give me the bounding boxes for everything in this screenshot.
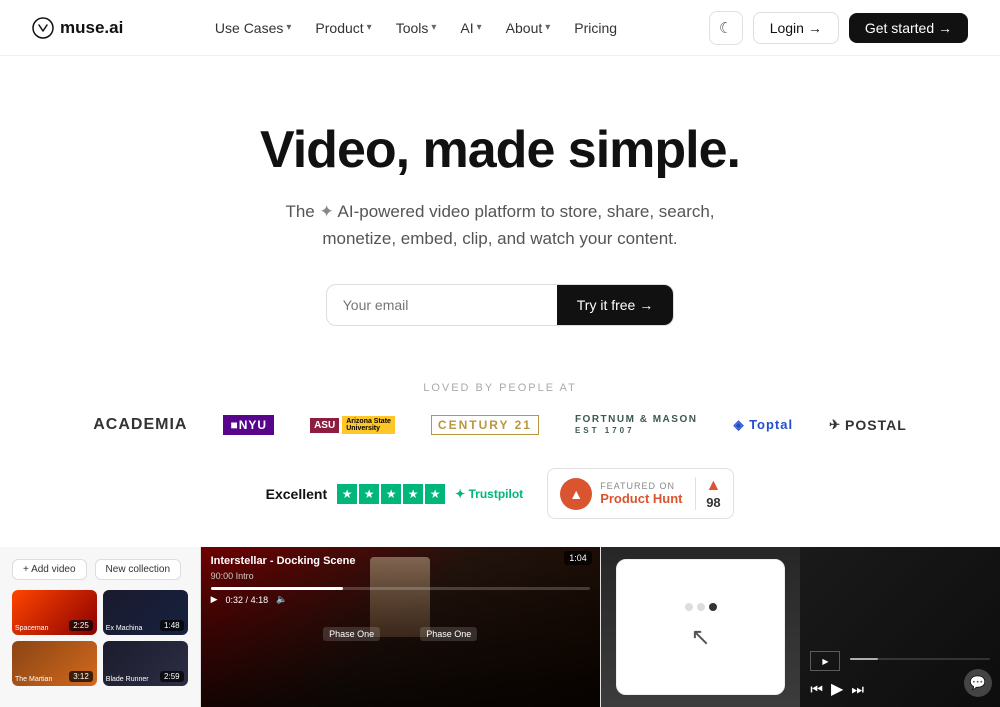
screenshot-dark-player: ▶ ⏮ ▶ ⏭ 💬 [800,547,1000,707]
logo-text: muse.ai [60,18,123,38]
logo-nyu: ■NYU [223,415,274,435]
player-bottom: Interstellar - Docking Scene 90:00 Intro… [201,547,600,611]
star-2: ★ [359,484,379,504]
chapter-2[interactable]: Phase One [420,627,477,641]
logo-century21: CENTURY 21 [431,415,539,435]
chevron-down-icon: ▾ [545,22,550,33]
postal-icon: ✈ [829,417,841,433]
dot-2 [697,603,705,611]
product-hunt-text: FEATURED ON Product Hunt [600,481,682,506]
library-ui: + Add video New collection Spaceman 2:25… [0,547,200,707]
trustpilot-block: Excellent ★ ★ ★ ★ ★ ✦ Trustpilot [266,484,524,504]
duration-badge: 2:25 [69,620,93,631]
nav-tools[interactable]: Tools ▾ [386,14,447,42]
dot-indicators [685,603,717,611]
logo[interactable]: muse.ai [32,17,123,39]
dark-play-icon[interactable]: ▶ [831,679,843,699]
nav-links: Use Cases ▾ Product ▾ Tools ▾ AI ▾ About… [205,14,627,42]
player-controls: ▶ 0:32 / 4:18 🔈 [211,594,590,605]
screenshots-row: + Add video New collection Spaceman 2:25… [0,547,1000,707]
thumb-martian[interactable]: The Martian 3:12 [12,641,97,686]
cursor-icon: ↖ [691,623,711,652]
time-display: 0:32 / 4:18 [226,595,269,605]
chevron-down-icon: ▾ [286,22,291,33]
loved-by-section: LOVED BY PEOPLE AT ACADEMIA ■NYU ASU Ari… [0,358,1000,448]
thumb-exmachina[interactable]: Ex Machina 1:48 [103,590,188,635]
hero-section: Video, made simple. The ✦ AI-powered vid… [0,56,1000,358]
chevron-down-icon: ▾ [367,22,372,33]
email-input[interactable] [327,285,557,325]
play-small-icon: ▶ [822,657,828,666]
video-frame-thumb: ▶ [810,651,840,671]
video-grid: Spaceman 2:25 Ex Machina 1:48 The Martia… [12,590,188,686]
hero-headline: Video, made simple. [260,120,740,180]
nav-actions: ☾ Login → Get started → [709,11,968,45]
hero-form: Try it free → [326,284,675,326]
thumb-spaceman[interactable]: Spaceman 2:25 [12,590,97,635]
duration-badge: 2:59 [160,671,184,682]
logos-row: ACADEMIA ■NYU ASU Arizona StateUniversit… [93,414,907,436]
analytics-panel: ↖ [616,559,786,695]
sparkle-icon: ✦ [319,202,333,221]
progress-bar[interactable] [211,587,590,590]
logo-toptal: ◈ Toptal [733,417,793,433]
dot-1 [685,603,693,611]
nav-product[interactable]: Product ▾ [305,14,381,42]
dark-next-icon[interactable]: ⏭ [851,681,864,698]
chevron-down-icon: ▾ [477,22,482,33]
dark-prev-icon[interactable]: ⏮ [810,681,823,698]
logo-postal: ✈ POSTAL [829,417,907,433]
upvote-arrow-icon: ▲ [706,477,722,495]
chapters-row: Phase One Phase One [323,627,477,641]
logo-fortnum: FORTNUM & MASONEST 1707 [575,414,698,436]
product-hunt-icon: ▲ [560,478,592,510]
duration-badge: 1:48 [160,620,184,631]
analytics-content: ↖ [685,603,717,652]
navigation: muse.ai Use Cases ▾ Product ▾ Tools ▾ AI… [0,0,1000,56]
get-started-button[interactable]: Get started → [849,13,968,43]
dark-player-info [850,658,990,664]
progress-fill [211,587,344,590]
star-1: ★ [337,484,357,504]
nav-about[interactable]: About ▾ [496,14,561,42]
reviews-section: Excellent ★ ★ ★ ★ ★ ✦ Trustpilot ▲ FEATU… [0,448,1000,547]
logo-asu: ASU Arizona StateUniversity [310,416,395,434]
dark-progress-bar[interactable] [850,658,990,660]
trustpilot-wordmark: ✦ Trustpilot [455,487,523,501]
logo-academia: ACADEMIA [93,416,187,434]
dark-player-header: ▶ [810,651,990,671]
analytics-center: ↖ [601,547,801,707]
play-icon[interactable]: ▶ [211,594,218,605]
video-subtitle: 90:00 Intro [211,571,590,581]
hero-subtext: The ✦ AI-powered video platform to store… [280,198,720,252]
star-3: ★ [381,484,401,504]
product-hunt-badge[interactable]: ▲ FEATURED ON Product Hunt ▲ 98 [547,468,734,519]
logo-icon [32,17,54,39]
trustpilot-stars: ★ ★ ★ ★ ★ [337,484,445,504]
nav-pricing[interactable]: Pricing [564,14,627,42]
screenshot-library: + Add video New collection Spaceman 2:25… [0,547,201,707]
video-title: Interstellar - Docking Scene [211,555,590,567]
thumb-blade[interactable]: Blade Runner 2:59 [103,641,188,686]
try-free-button[interactable]: Try it free → [557,285,674,325]
dark-mode-toggle[interactable]: ☾ [709,11,743,45]
volume-icon[interactable]: 🔈 [276,594,287,605]
login-button[interactable]: Login → [753,12,839,44]
chevron-down-icon: ▾ [431,22,436,33]
star-5: ★ [425,484,445,504]
duration-badge: 3:12 [69,671,93,682]
nav-use-cases[interactable]: Use Cases ▾ [205,14,302,42]
star-4: ★ [403,484,423,504]
trustpilot-label: Excellent [266,486,327,502]
product-hunt-count: ▲ 98 [695,477,722,510]
screenshot-player: 1:04 Phase One Phase One Interstellar - … [201,547,600,707]
dark-progress-fill [850,658,878,660]
loved-label: LOVED BY PEOPLE AT [423,382,577,394]
dot-3 [709,603,717,611]
screenshot-analytics: ↖ [600,547,801,707]
chapter-1[interactable]: Phase One [323,627,380,641]
nav-ai[interactable]: AI ▾ [450,14,491,42]
